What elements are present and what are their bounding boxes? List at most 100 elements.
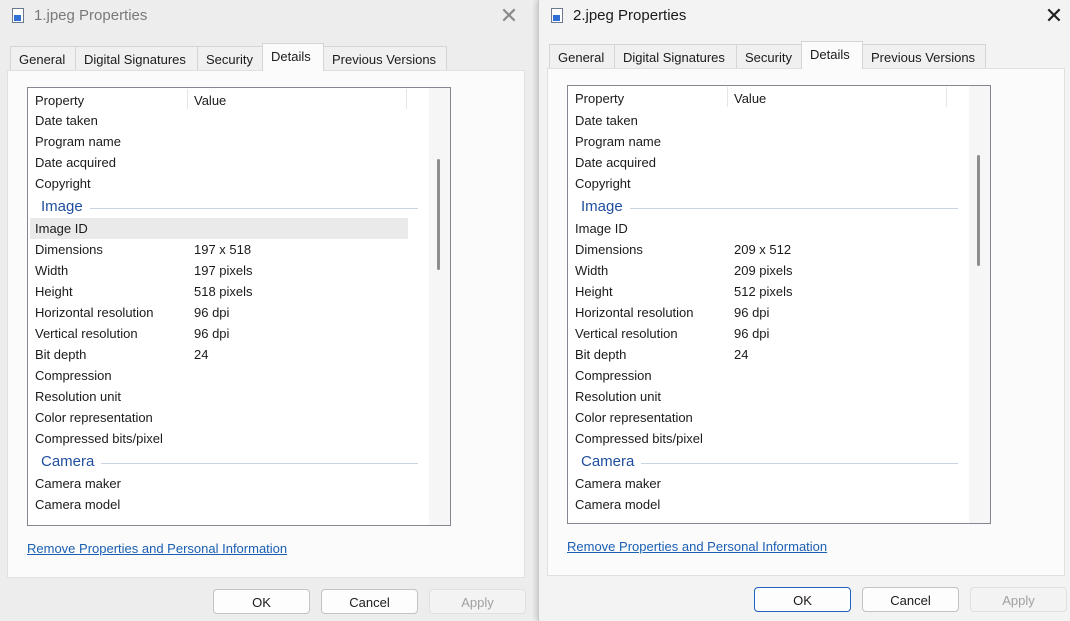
window-title: 1.jpeg Properties	[34, 7, 148, 24]
property-row[interactable]: Copyright	[568, 173, 968, 194]
scrollbar-thumb[interactable]	[437, 159, 440, 270]
property-name: Copyright	[575, 176, 631, 191]
property-row[interactable]: Date acquired	[28, 152, 428, 173]
property-row[interactable]: Camera model	[568, 494, 968, 515]
property-name: Camera model	[35, 497, 121, 512]
property-row[interactable]: Image ID	[568, 218, 968, 239]
tab-general[interactable]: General	[549, 44, 615, 68]
property-row[interactable]: Horizontal resolution 96 dpi	[568, 302, 968, 323]
column-header-value[interactable]: Value	[194, 93, 226, 108]
property-name: Camera maker	[35, 476, 121, 491]
close-button[interactable]: ✕	[1039, 4, 1069, 30]
property-value: 96 dpi	[194, 305, 230, 320]
column-divider[interactable]	[946, 87, 947, 107]
property-name: Horizontal resolution	[35, 305, 154, 320]
property-name: Resolution unit	[35, 389, 121, 404]
property-name: Height	[575, 284, 613, 299]
property-row[interactable]: Camera maker	[28, 473, 428, 494]
tab-digital-signatures[interactable]: Digital Signatures	[75, 46, 198, 70]
column-header-property[interactable]: Property	[575, 91, 624, 106]
property-row[interactable]: Width 197 pixels	[28, 260, 428, 281]
property-row[interactable]: Width 209 pixels	[568, 260, 968, 281]
property-row[interactable]: Dimensions 209 x 512	[568, 239, 968, 260]
property-row[interactable]: Compression	[28, 365, 428, 386]
property-name: Color representation	[575, 410, 693, 425]
property-row[interactable]: Program name	[568, 131, 968, 152]
vertical-scrollbar[interactable]	[969, 86, 990, 523]
property-name: Compressed bits/pixel	[35, 431, 163, 446]
tab-previous-versions[interactable]: Previous Versions	[862, 44, 986, 68]
property-list[interactable]: Property Value Date taken Program name Dat…	[567, 85, 991, 524]
scrollbar-thumb[interactable]	[977, 155, 980, 266]
group-title: Camera	[41, 453, 95, 470]
property-row[interactable]: Date taken	[568, 110, 968, 131]
tab-general[interactable]: General	[10, 46, 76, 70]
property-name: Vertical resolution	[575, 326, 678, 341]
property-row[interactable]: Compressed bits/pixel	[568, 428, 968, 449]
tab-details[interactable]: Details	[801, 41, 863, 69]
property-row[interactable]: Date acquired	[568, 152, 968, 173]
tab-security[interactable]: Security	[736, 44, 802, 68]
column-divider[interactable]	[727, 87, 728, 107]
details-panel: Property Value Date taken Program name Dat…	[7, 70, 525, 578]
group-divider	[630, 208, 958, 209]
property-row[interactable]: Vertical resolution 96 dpi	[568, 323, 968, 344]
cancel-button[interactable]: Cancel	[321, 589, 418, 614]
property-row[interactable]: Date taken	[28, 110, 428, 131]
property-row[interactable]: Camera maker	[568, 473, 968, 494]
property-row[interactable]: Horizontal resolution 96 dpi	[28, 302, 428, 323]
property-row[interactable]: Compression	[568, 365, 968, 386]
ok-button[interactable]: OK	[213, 589, 310, 614]
property-row[interactable]: Resolution unit	[28, 386, 428, 407]
property-row[interactable]: Dimensions 197 x 518	[28, 239, 428, 260]
property-row[interactable]: Height 512 pixels	[568, 281, 968, 302]
property-name: Image ID	[575, 221, 628, 236]
tab-security[interactable]: Security	[197, 46, 263, 70]
properties-window-1: 1.jpeg Properties ✕ General Digital Sign…	[0, 0, 530, 621]
close-button[interactable]: ✕	[494, 4, 524, 30]
group-title: Image	[581, 198, 623, 215]
property-name: Color representation	[35, 410, 153, 425]
property-row[interactable]: Image ID	[30, 218, 408, 239]
column-divider[interactable]	[406, 89, 407, 109]
property-row[interactable]: Color representation	[568, 407, 968, 428]
property-name: Date taken	[35, 113, 98, 128]
column-header-property[interactable]: Property	[35, 93, 84, 108]
property-name: Resolution unit	[575, 389, 661, 404]
property-list[interactable]: Property Value Date taken Program name Dat…	[27, 87, 451, 526]
property-row[interactable]: Bit depth 24	[568, 344, 968, 365]
apply-button[interactable]: Apply	[970, 587, 1067, 612]
ok-button[interactable]: OK	[754, 587, 851, 612]
tab-previous-versions[interactable]: Previous Versions	[323, 46, 447, 70]
property-name: Copyright	[35, 176, 91, 191]
property-row[interactable]: Program name	[28, 131, 428, 152]
column-divider[interactable]	[187, 89, 188, 109]
cancel-button[interactable]: Cancel	[862, 587, 959, 612]
vertical-scrollbar[interactable]	[429, 88, 450, 525]
properties-window-2: 2.jpeg Properties ✕ General Digital Sign…	[538, 0, 1070, 621]
remove-properties-link[interactable]: Remove Properties and Personal Informati…	[27, 541, 287, 556]
property-name: Date acquired	[575, 155, 656, 170]
property-row[interactable]: Color representation	[28, 407, 428, 428]
property-value: 209 x 512	[734, 242, 792, 257]
tab-details[interactable]: Details	[262, 43, 324, 71]
column-header-value[interactable]: Value	[734, 91, 766, 106]
group-title: Image	[41, 198, 83, 215]
list-header: Property Value	[568, 86, 968, 108]
image-file-icon	[551, 8, 563, 23]
property-name: Camera model	[575, 497, 661, 512]
property-value: 197 x 518	[194, 242, 252, 257]
property-name: Compressed bits/pixel	[575, 431, 703, 446]
apply-button[interactable]: Apply	[429, 589, 526, 614]
property-row[interactable]: Compressed bits/pixel	[28, 428, 428, 449]
property-name: Dimensions	[35, 242, 103, 257]
remove-properties-link[interactable]: Remove Properties and Personal Informati…	[567, 539, 827, 554]
property-row[interactable]: Bit depth 24	[28, 344, 428, 365]
tab-digital-signatures[interactable]: Digital Signatures	[614, 44, 737, 68]
property-row[interactable]: Resolution unit	[568, 386, 968, 407]
property-row[interactable]: Copyright	[28, 173, 428, 194]
property-row[interactable]: Camera model	[28, 494, 428, 515]
property-name: Vertical resolution	[35, 326, 138, 341]
property-row[interactable]: Vertical resolution 96 dpi	[28, 323, 428, 344]
property-row[interactable]: Height 518 pixels	[28, 281, 428, 302]
